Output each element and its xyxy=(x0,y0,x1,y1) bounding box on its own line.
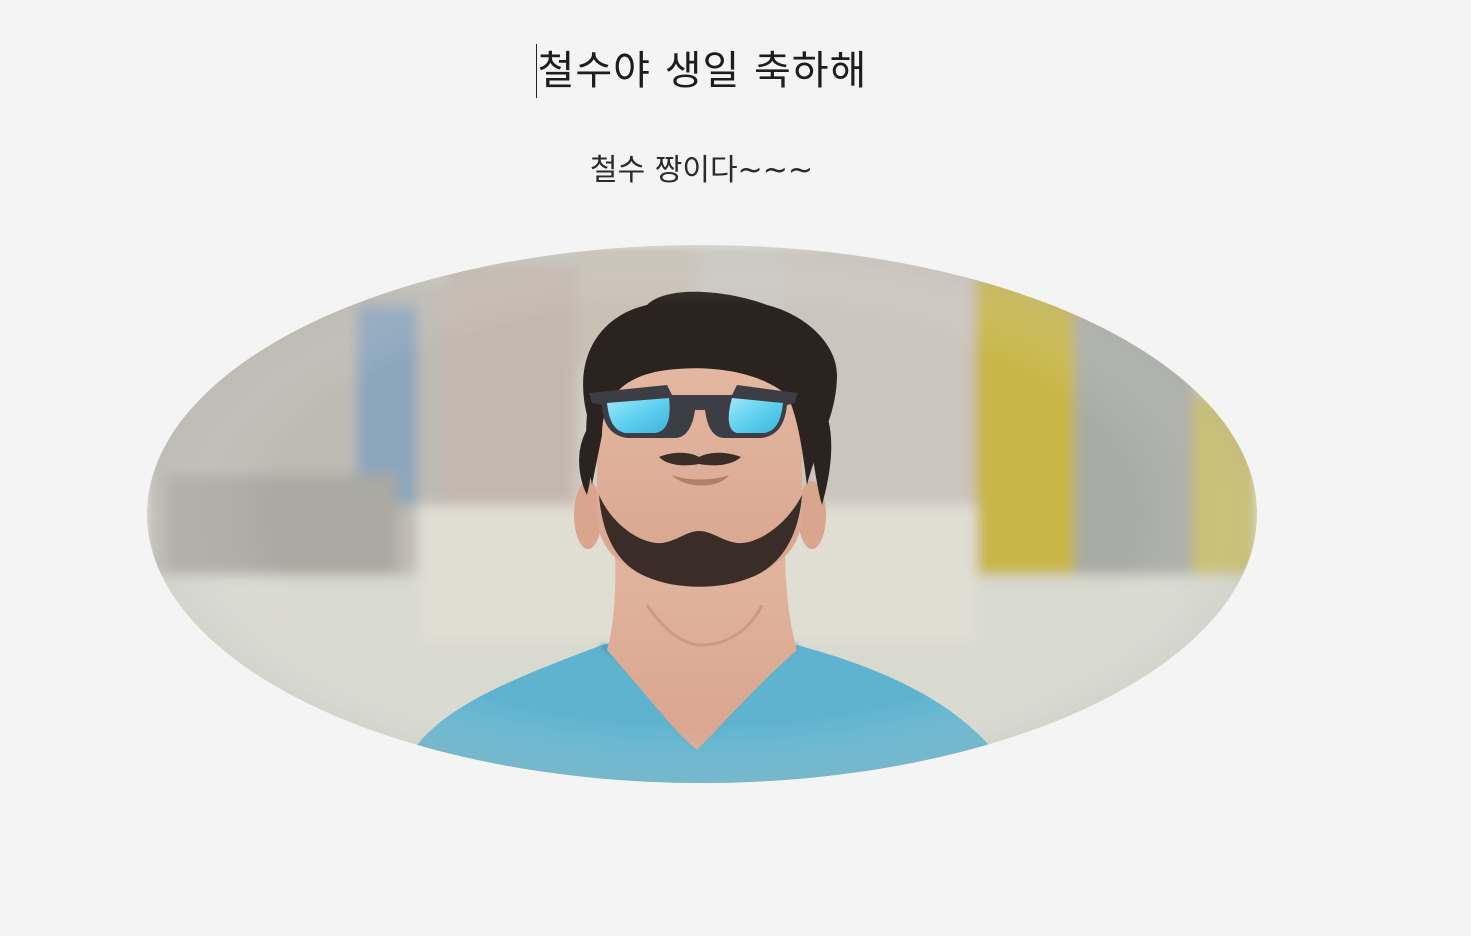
page-title[interactable]: 철수야 생일 축하해 xyxy=(535,44,868,98)
title-container: 철수야 생일 축하해 xyxy=(0,44,1403,98)
page: 철수야 생일 축하해 철수 짱이다~~~ xyxy=(0,0,1471,936)
portrait-photo xyxy=(147,245,1257,783)
portrait-illustration xyxy=(147,245,1257,783)
page-subtitle: 철수 짱이다~~~ xyxy=(590,153,813,188)
